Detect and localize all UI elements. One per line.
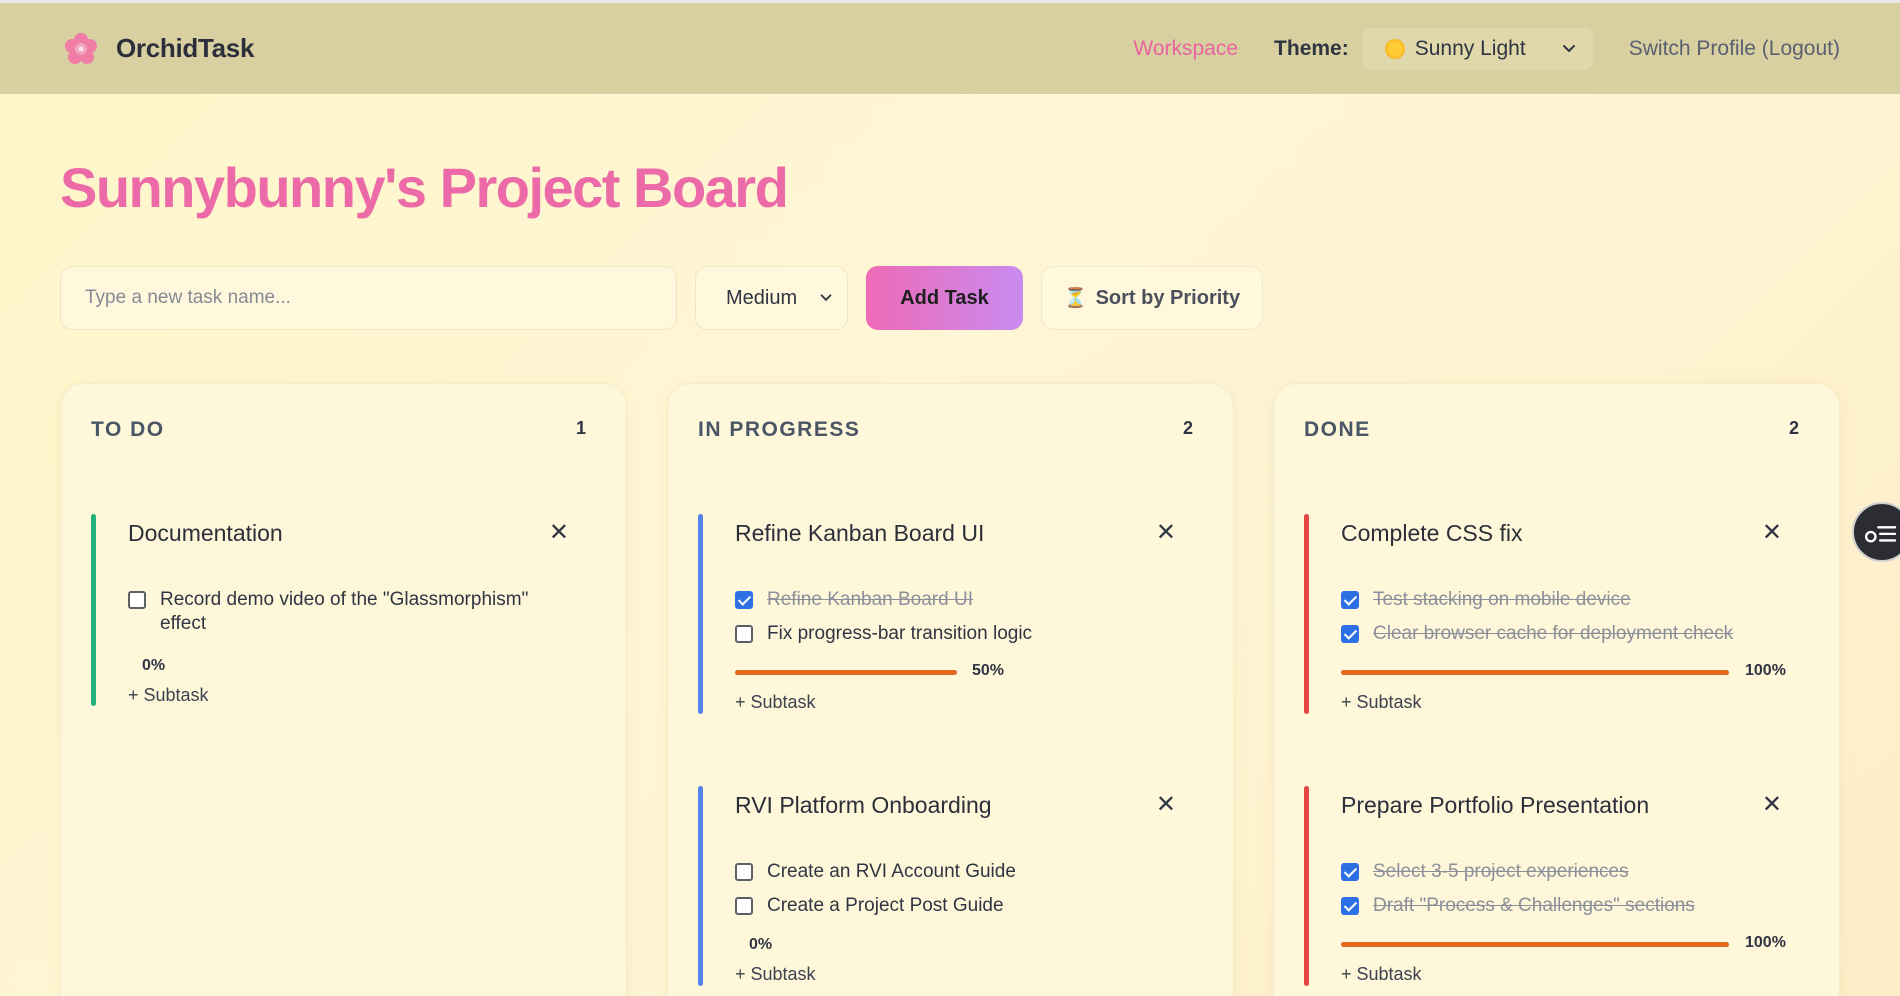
subtask-label: Clear browser cache for deployment check <box>1373 623 1734 644</box>
sort-by-priority-button[interactable]: ⏳ Sort by Priority <box>1041 266 1263 330</box>
sort-button-label: Sort by Priority <box>1095 286 1241 309</box>
subtask-item: Fix progress-bar transition logic <box>735 622 1175 646</box>
theme-select[interactable]: Sunny Light <box>1362 27 1593 70</box>
card-title: Refine Kanban Board UI <box>735 520 985 546</box>
close-icon[interactable]: ✕ <box>1762 790 1782 819</box>
top-navbar: OrchidTask Workspace Theme: Sunny Light … <box>0 3 1900 94</box>
subtask-checkbox[interactable] <box>128 591 146 609</box>
priority-bar <box>1304 514 1309 714</box>
progress-label: 0% <box>142 657 166 674</box>
subtask-label: Create a Project Post Guide <box>767 895 1004 916</box>
progress-bar <box>1341 670 1729 675</box>
subtask-label: Fix progress-bar transition logic <box>767 623 1033 644</box>
card-title: Documentation <box>128 520 283 546</box>
progress-bar <box>1341 942 1729 947</box>
subtask-item: Test stacking on mobile device <box>1341 588 1781 612</box>
app-name: OrchidTask <box>116 33 255 63</box>
brand[interactable]: OrchidTask <box>64 32 254 66</box>
column-done: DONE 2 Complete CSS fix ✕ Test stacking … <box>1273 383 1840 996</box>
hourglass-icon: ⏳ <box>1063 288 1088 309</box>
subtask-item: Create an RVI Account Guide <box>735 860 1175 884</box>
priority-bar <box>91 514 96 706</box>
subtask-label: Create an RVI Account Guide <box>767 861 1016 882</box>
subtask-label: Test stacking on mobile device <box>1373 589 1631 610</box>
column-header: DONE 2 <box>1304 418 1799 442</box>
column-count: 2 <box>1788 418 1799 438</box>
nav-right: Workspace Theme: Sunny Light Switch Prof… <box>1133 27 1840 70</box>
task-card[interactable]: Complete CSS fix ✕ Test stacking on mobi… <box>1304 514 1804 714</box>
subtask-checkbox[interactable] <box>735 625 753 643</box>
priority-bar <box>698 786 703 986</box>
subtask-label: Draft "Process & Challenges" sections <box>1373 895 1695 916</box>
priority-select-value: Medium <box>726 286 798 309</box>
subtask-checkbox[interactable] <box>735 863 753 881</box>
sun-icon <box>1384 38 1405 59</box>
add-subtask-button[interactable]: + Subtask <box>128 685 209 706</box>
task-card[interactable]: Prepare Portfolio Presentation ✕ Select … <box>1304 786 1804 986</box>
column-title: IN PROGRESS <box>698 418 861 441</box>
progress-fill <box>1341 670 1729 675</box>
column-header: TO DO 1 <box>91 418 586 442</box>
floating-menu-button[interactable] <box>1852 502 1900 562</box>
subtask-item: Select 3-5 project experiences <box>1341 860 1781 884</box>
column-count: 1 <box>575 418 586 438</box>
close-icon[interactable]: ✕ <box>1156 518 1176 547</box>
orchid-logo-icon <box>65 32 97 64</box>
column-title: TO DO <box>91 418 165 441</box>
subtask-item: Clear browser cache for deployment check <box>1341 622 1781 646</box>
priority-select[interactable]: Medium <box>695 266 848 330</box>
subtask-checkbox[interactable] <box>1341 863 1359 881</box>
progress-fill <box>735 670 957 675</box>
page-title: Sunnybunny's Project Board <box>60 156 789 219</box>
task-card[interactable]: Documentation ✕ Record demo video of the… <box>91 514 591 706</box>
progress-fill <box>1341 942 1729 947</box>
nav-link-workspace[interactable]: Workspace <box>1133 37 1238 61</box>
column-title: DONE <box>1304 418 1371 441</box>
subtask-label: Refine Kanban Board UI <box>767 589 973 610</box>
priority-bar <box>698 514 703 714</box>
logout-link[interactable]: Switch Profile (Logout) <box>1629 37 1840 61</box>
card-title: Complete CSS fix <box>1341 520 1523 546</box>
column-count: 2 <box>1182 418 1193 438</box>
column-in-progress: IN PROGRESS 2 Refine Kanban Board UI ✕ R… <box>667 383 1234 996</box>
add-subtask-button[interactable]: + Subtask <box>1341 692 1422 713</box>
task-card[interactable]: Refine Kanban Board UI ✕ Refine Kanban B… <box>698 514 1198 714</box>
column-todo: TO DO 1 Documentation ✕ Record demo vide… <box>60 383 627 996</box>
add-task-button[interactable]: Add Task <box>866 266 1023 330</box>
progress-bar <box>735 670 957 675</box>
progress-label: 50% <box>972 662 1005 679</box>
add-subtask-button[interactable]: + Subtask <box>735 964 816 985</box>
subtask-checkbox[interactable] <box>1341 897 1359 915</box>
priority-bar <box>1304 786 1309 986</box>
close-icon[interactable]: ✕ <box>1156 790 1176 819</box>
subtask-checkbox[interactable] <box>735 591 753 609</box>
subtask-item: Record demo video of the "Glassmorphism"… <box>128 588 568 636</box>
subtask-label: Record demo video of the "Glassmorphism"… <box>160 589 529 634</box>
progress-label: 100% <box>1745 662 1786 679</box>
theme-select-value: Sunny Light <box>1414 36 1526 60</box>
close-icon[interactable]: ✕ <box>549 518 569 547</box>
add-subtask-button[interactable]: + Subtask <box>735 692 816 713</box>
task-card[interactable]: RVI Platform Onboarding ✕ Create an RVI … <box>698 786 1198 986</box>
theme-label: Theme: <box>1274 36 1349 60</box>
add-subtask-button[interactable]: + Subtask <box>1341 964 1422 985</box>
subtask-item: Refine Kanban Board UI <box>735 588 1175 612</box>
progress-label: 100% <box>1745 934 1786 951</box>
column-header: IN PROGRESS 2 <box>698 418 1193 442</box>
subtask-checkbox[interactable] <box>1341 591 1359 609</box>
task-toolbar: Medium Add Task ⏳ Sort by Priority <box>60 266 1263 330</box>
subtask-label: Select 3-5 project experiences <box>1373 861 1629 882</box>
card-title: Prepare Portfolio Presentation <box>1341 792 1650 818</box>
chevron-down-icon <box>820 294 832 302</box>
subtask-checkbox[interactable] <box>1341 625 1359 643</box>
subtask-checkbox[interactable] <box>735 897 753 915</box>
subtask-item: Create a Project Post Guide <box>735 894 1175 918</box>
new-task-input[interactable] <box>60 266 677 330</box>
subtask-item: Draft "Process & Challenges" sections <box>1341 894 1781 918</box>
progress-label: 0% <box>749 936 773 953</box>
list-toggle-icon <box>1864 526 1897 543</box>
chevron-down-icon <box>1562 44 1575 52</box>
card-title: RVI Platform Onboarding <box>735 792 992 818</box>
close-icon[interactable]: ✕ <box>1762 518 1782 547</box>
